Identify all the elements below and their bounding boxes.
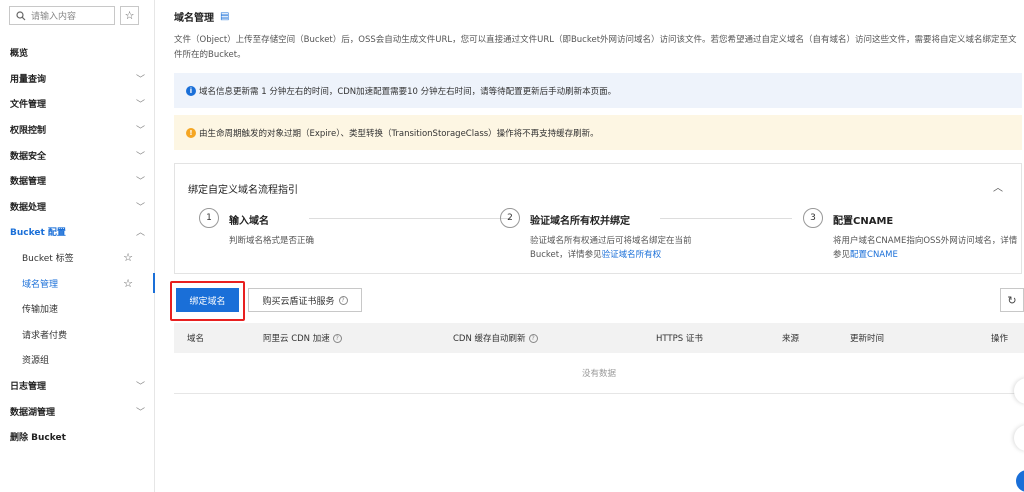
bind-domain-button[interactable]: 绑定域名 [176, 288, 239, 312]
sidebar-item-data-management[interactable]: 数据管理 ﹀ [0, 168, 155, 194]
warning-alert-text: 由生命周期触发的对象过期（Expire）、类型转换（TransitionStor… [199, 128, 599, 139]
chevron-down-icon: ﹀ [135, 100, 145, 111]
refresh-icon: ↻ [1007, 293, 1017, 307]
star-icon[interactable]: ☆ [123, 251, 133, 264]
step-connector [309, 218, 511, 219]
step-connector [660, 218, 792, 219]
help-icon[interactable]: ? [528, 333, 538, 343]
chevron-down-icon: ﹀ [135, 407, 145, 418]
page-title: 域名管理 ▤ [174, 11, 230, 24]
column-cdn-acceleration: 阿里云 CDN 加速? [263, 332, 342, 344]
step-number: 3 [803, 208, 823, 228]
search-placeholder: 请输入内容 [31, 12, 77, 22]
sidebar-subitem-requester-pays[interactable]: 请求者付费 [0, 322, 155, 348]
chevron-down-icon: ﹀ [135, 126, 145, 137]
column-https-cert: HTTPS 证书 [656, 334, 703, 344]
star-icon: ☆ [124, 9, 135, 22]
warning-alert: ! 由生命周期触发的对象过期（Expire）、类型转换（TransitionSt… [174, 115, 1022, 150]
sidebar-item-files[interactable]: 文件管理 ﹀ [0, 91, 155, 117]
chevron-down-icon: ﹀ [135, 202, 145, 213]
sidebar-item-data-security[interactable]: 数据安全 ﹀ [0, 142, 155, 168]
info-alert-text: 域名信息更新需 1 分钟左右的时间，CDN加速配置需要10 分钟左右时间，请等待… [199, 86, 617, 97]
table-toolbar: 绑定域名 购买云盾证书服务 ? ↻ [170, 281, 1024, 321]
chevron-down-icon: ﹀ [135, 151, 145, 162]
guide-title: 绑定自定义域名流程指引 [188, 185, 298, 196]
sidebar-item-usage[interactable]: 用量查询 ﹀ [0, 66, 155, 92]
floating-help-button[interactable] [1016, 470, 1024, 492]
column-domain: 域名 [187, 334, 205, 344]
search-icon [16, 10, 26, 20]
main-content: 域名管理 ▤ 文件（Object）上传至存储空间（Bucket）后，OSS会自动… [170, 0, 1024, 492]
binding-guide-panel: 绑定自定义域名流程指引 ︿ 1 输入域名 判断域名格式是否正确 2 验证域名所有… [174, 163, 1022, 274]
chevron-up-icon: ︿ [135, 228, 145, 239]
buy-certificate-button[interactable]: 购买云盾证书服务 ? [248, 288, 362, 312]
table-header: 域名 阿里云 CDN 加速? CDN 缓存自动刷新? HTTPS 证书 来源 更… [174, 323, 1024, 353]
sidebar-subitem-resource-group[interactable]: 资源组 [0, 347, 155, 373]
chevron-down-icon: ﹀ [135, 382, 145, 393]
sidebar-subitem-transfer-acceleration[interactable]: 传输加速 [0, 296, 155, 322]
info-alert: i 域名信息更新需 1 分钟左右的时间，CDN加速配置需要10 分钟左右时间，请… [174, 73, 1022, 108]
sidebar: 请输入内容 ☆ 概览 用量查询 ﹀ 文件管理 ﹀ 权限控制 ﹀ 数据安全 ﹀ 数据管理 ﹀… [0, 0, 155, 492]
info-icon: i [186, 85, 196, 96]
step-description: 验证域名所有权通过后可将域名绑定在当前Bucket，详情参见验证域名所有权 [530, 236, 692, 260]
step-title: 输入域名 [229, 216, 269, 227]
sidebar-item-data-processing[interactable]: 数据处理 ﹀ [0, 194, 155, 220]
column-cdn-cache-refresh: CDN 缓存自动刷新? [453, 332, 538, 344]
column-source: 来源 [782, 334, 800, 344]
sidebar-item-logs[interactable]: 日志管理 ﹀ [0, 373, 155, 399]
step-number: 1 [199, 208, 219, 228]
sidebar-subitem-domain-management[interactable]: 域名管理 ☆ [0, 270, 155, 296]
column-actions: 操作 [991, 334, 1009, 344]
sidebar-search-input[interactable]: 请输入内容 [9, 6, 115, 25]
sidebar-nav: 概览 用量查询 ﹀ 文件管理 ﹀ 权限控制 ﹀ 数据安全 ﹀ 数据管理 ﹀ 数据处理 ﹀ B… [0, 40, 155, 450]
configure-cname-link[interactable]: 配置CNAME [850, 250, 898, 260]
step-title: 配置CNAME [833, 216, 894, 227]
page-description: 文件（Object）上传至存储空间（Bucket）后，OSS会自动生成文件URL… [174, 35, 1017, 60]
step-number: 2 [500, 208, 520, 228]
refresh-button[interactable]: ↻ [1000, 288, 1024, 312]
sidebar-item-bucket-config[interactable]: Bucket 配置 ︿ [0, 219, 155, 245]
table-empty-state: 没有数据 [174, 353, 1024, 394]
sidebar-item-delete-bucket[interactable]: 删除 Bucket [0, 424, 155, 450]
sidebar-item-data-lake[interactable]: 数据湖管理 ﹀ [0, 398, 155, 424]
document-icon[interactable]: ▤ [220, 11, 229, 22]
step-description: 判断域名格式是否正确 [229, 236, 315, 246]
favorite-filter-button[interactable]: ☆ [120, 6, 139, 25]
verify-ownership-link[interactable]: 验证域名所有权 [602, 250, 662, 260]
chevron-down-icon: ﹀ [135, 74, 145, 85]
column-updated-time: 更新时间 [850, 334, 885, 344]
sidebar-item-overview[interactable]: 概览 [0, 40, 155, 66]
sidebar-item-permissions[interactable]: 权限控制 ﹀ [0, 117, 155, 143]
warning-icon: ! [186, 127, 196, 138]
sidebar-search-row: 请输入内容 ☆ [9, 6, 139, 25]
sidebar-subitem-bucket-tags[interactable]: Bucket 标签 ☆ [0, 245, 155, 271]
chevron-up-icon[interactable]: ︿ [993, 179, 1003, 194]
floating-assistant-tab[interactable] [1014, 425, 1024, 451]
star-icon[interactable]: ☆ [123, 277, 133, 290]
help-icon: ? [338, 295, 348, 305]
help-icon[interactable]: ? [332, 333, 342, 343]
step-description: 将用户域名CNAME指向OSS外网访问域名，详情参见配置CNAME [833, 236, 1018, 260]
step-title: 验证域名所有权并绑定 [530, 216, 630, 227]
chevron-down-icon: ﹀ [135, 177, 145, 188]
